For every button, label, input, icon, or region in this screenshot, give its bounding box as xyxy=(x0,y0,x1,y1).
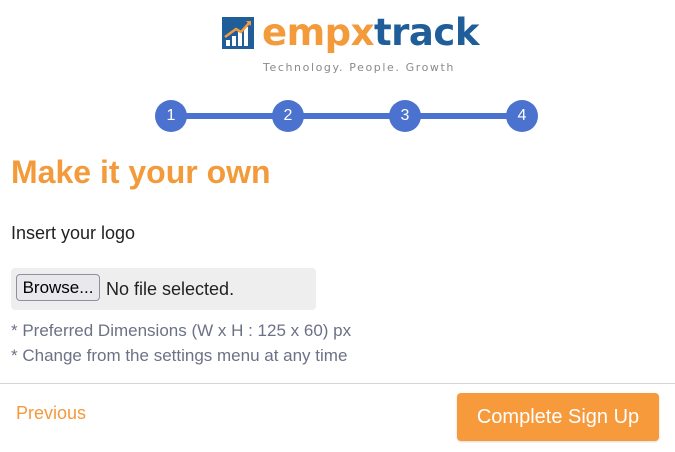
page-title: Make it your own xyxy=(11,154,271,190)
footer-divider xyxy=(0,383,675,384)
logo-wordmark-part1: empx xyxy=(262,11,375,54)
step-4: 4 xyxy=(506,100,538,132)
previous-link[interactable]: Previous xyxy=(16,403,86,424)
dimensions-note: * Preferred Dimensions (W x H : 125 x 60… xyxy=(11,321,352,340)
insert-logo-label: Insert your logo xyxy=(11,223,136,243)
step-2: 2 xyxy=(272,100,304,132)
stepper-line xyxy=(171,113,522,119)
logo-wordmark: empxtrack xyxy=(262,10,479,56)
step-3: 3 xyxy=(389,100,421,132)
complete-signup-button[interactable]: Complete Sign Up xyxy=(457,393,659,441)
signup-stepper: 1 2 3 4 xyxy=(155,100,538,132)
logo-wordmark-part2: track xyxy=(374,11,479,54)
browse-button[interactable]: Browse... xyxy=(16,274,100,301)
logo-file-input[interactable]: Browse... No file selected. xyxy=(11,268,316,310)
settings-note: * Change from the settings menu at any t… xyxy=(11,346,348,365)
growth-chart-logo-icon xyxy=(222,17,254,49)
logo-tagline: Technology. People. Growth xyxy=(263,61,455,74)
empxtrack-logo: empxtrack Technology. People. Growth xyxy=(222,11,479,76)
step-1: 1 xyxy=(155,100,187,132)
file-status-text: No file selected. xyxy=(106,279,235,299)
